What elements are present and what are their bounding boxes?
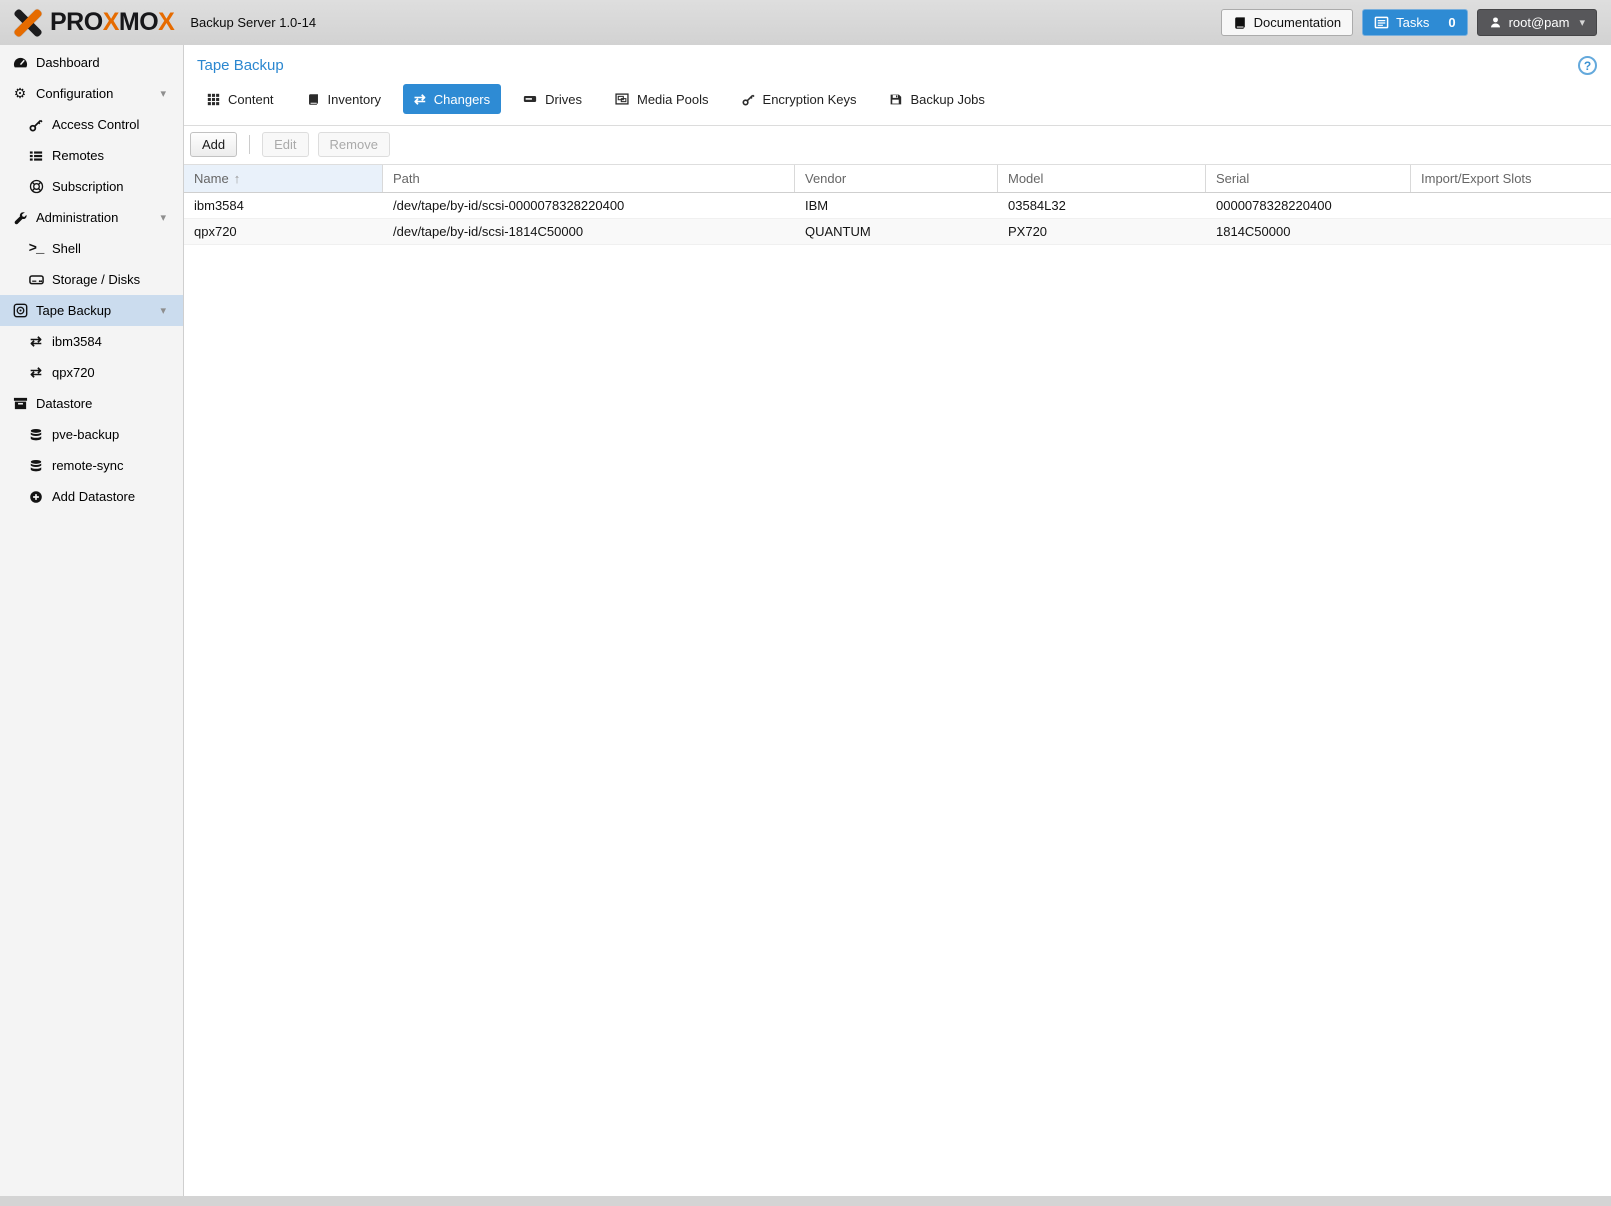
sidebar-item-storage-disks[interactable]: Storage / Disks	[0, 264, 183, 295]
edit-button[interactable]: Edit	[262, 132, 308, 157]
table-row[interactable]: qpx720 /dev/tape/by-id/scsi-1814C50000 Q…	[184, 219, 1611, 245]
add-button[interactable]: Add	[190, 132, 237, 157]
exchange-icon: ⇄	[27, 364, 45, 381]
key-icon	[742, 93, 755, 106]
tab-media-pools[interactable]: Media Pools	[604, 84, 720, 114]
column-header-vendor[interactable]: Vendor	[795, 165, 998, 192]
archive-icon	[11, 396, 29, 411]
hdd-icon	[27, 272, 45, 287]
key-icon	[27, 118, 45, 132]
exchange-icon: ⇄	[27, 333, 45, 350]
collapse-caret-icon[interactable]: ▾	[160, 304, 166, 317]
sidebar-item-datastore[interactable]: Datastore	[0, 388, 183, 419]
column-header-path[interactable]: Path	[383, 165, 795, 192]
proxmox-logo[interactable]: PROXMOX	[10, 7, 174, 39]
user-icon	[1489, 16, 1502, 29]
chevron-down-icon: ▾	[1579, 16, 1585, 29]
collapse-caret-icon[interactable]: ▾	[160, 211, 166, 224]
proxmox-x-mark-icon	[10, 7, 44, 39]
tachometer-icon	[11, 55, 29, 70]
sidebar-item-ibm3584[interactable]: ⇄ ibm3584	[0, 326, 183, 357]
tape-icon	[11, 303, 29, 318]
tasks-list-icon	[1374, 15, 1389, 30]
column-header-import-export-slots[interactable]: Import/Export Slots	[1411, 165, 1611, 192]
list-icon	[27, 149, 45, 163]
tab-content[interactable]: Content	[196, 84, 285, 114]
life-ring-icon	[27, 179, 45, 194]
save-icon	[889, 93, 902, 106]
sidebar-item-qpx720[interactable]: ⇄ qpx720	[0, 357, 183, 388]
sidebar-item-subscription[interactable]: Subscription	[0, 171, 183, 202]
grid-icon	[207, 93, 220, 106]
object-group-icon	[615, 92, 629, 106]
sidebar-item-add-datastore[interactable]: Add Datastore	[0, 481, 183, 512]
column-header-name[interactable]: Name ↑	[184, 165, 383, 192]
sidebar-item-administration[interactable]: Administration ▾	[0, 202, 183, 233]
tasks-button[interactable]: Tasks 0	[1362, 9, 1467, 36]
tab-drives[interactable]: Drives	[512, 84, 593, 114]
tab-encryption-keys[interactable]: Encryption Keys	[731, 84, 868, 114]
documentation-button[interactable]: Documentation	[1221, 9, 1353, 36]
user-menu-button[interactable]: root@pam ▾	[1477, 9, 1597, 36]
sidebar-nav: Dashboard ⚙ Configuration ▾ Access Contr…	[0, 45, 184, 1196]
changers-table: Name ↑ Path Vendor Model Serial Import/E…	[184, 164, 1611, 245]
sidebar-item-remotes[interactable]: Remotes	[0, 140, 183, 171]
gears-icon: ⚙	[11, 85, 29, 102]
sort-asc-icon: ↑	[234, 171, 241, 186]
page-title: Tape Backup	[197, 57, 284, 74]
table-header-row: Name ↑ Path Vendor Model Serial Import/E…	[184, 165, 1611, 193]
tab-bar: Content Inventory ⇄ Changers Drives	[184, 81, 1611, 126]
terminal-icon: >_	[27, 241, 45, 257]
toolbar-separator	[249, 135, 250, 154]
plus-circle-icon	[27, 490, 45, 504]
main-panel: Tape Backup ? Content Inventory ⇄ Change…	[184, 45, 1611, 1196]
sidebar-item-dashboard[interactable]: Dashboard	[0, 47, 183, 78]
sidebar-item-tape-backup[interactable]: Tape Backup ▾	[0, 295, 183, 326]
proxmox-wordmark: PROXMOX	[50, 8, 174, 37]
sidebar-item-shell[interactable]: >_ Shell	[0, 233, 183, 264]
tab-inventory[interactable]: Inventory	[296, 84, 392, 114]
column-header-serial[interactable]: Serial	[1206, 165, 1411, 192]
exchange-icon: ⇄	[414, 91, 426, 108]
table-row[interactable]: ibm3584 /dev/tape/by-id/scsi-00000783282…	[184, 193, 1611, 219]
sidebar-item-configuration[interactable]: ⚙ Configuration ▾	[0, 78, 183, 109]
top-bar: PROXMOX Backup Server 1.0-14 Documentati…	[0, 0, 1611, 45]
product-version-label: Backup Server 1.0-14	[190, 15, 316, 30]
database-icon	[27, 428, 45, 442]
drive-icon	[523, 92, 537, 106]
collapse-caret-icon[interactable]: ▾	[160, 87, 166, 100]
book-icon	[307, 93, 320, 106]
column-header-model[interactable]: Model	[998, 165, 1206, 192]
sidebar-item-pve-backup[interactable]: pve-backup	[0, 419, 183, 450]
sidebar-item-remote-sync[interactable]: remote-sync	[0, 450, 183, 481]
tasks-count-badge: 0	[1448, 15, 1455, 30]
sidebar-item-access-control[interactable]: Access Control	[0, 109, 183, 140]
wrench-icon	[11, 211, 29, 225]
grid-toolbar: Add Edit Remove	[184, 126, 1611, 164]
help-icon[interactable]: ?	[1578, 56, 1597, 75]
remove-button[interactable]: Remove	[318, 132, 390, 157]
tab-changers[interactable]: ⇄ Changers	[403, 84, 501, 114]
database-icon	[27, 459, 45, 473]
book-icon	[1233, 16, 1247, 30]
tab-backup-jobs[interactable]: Backup Jobs	[878, 84, 995, 114]
